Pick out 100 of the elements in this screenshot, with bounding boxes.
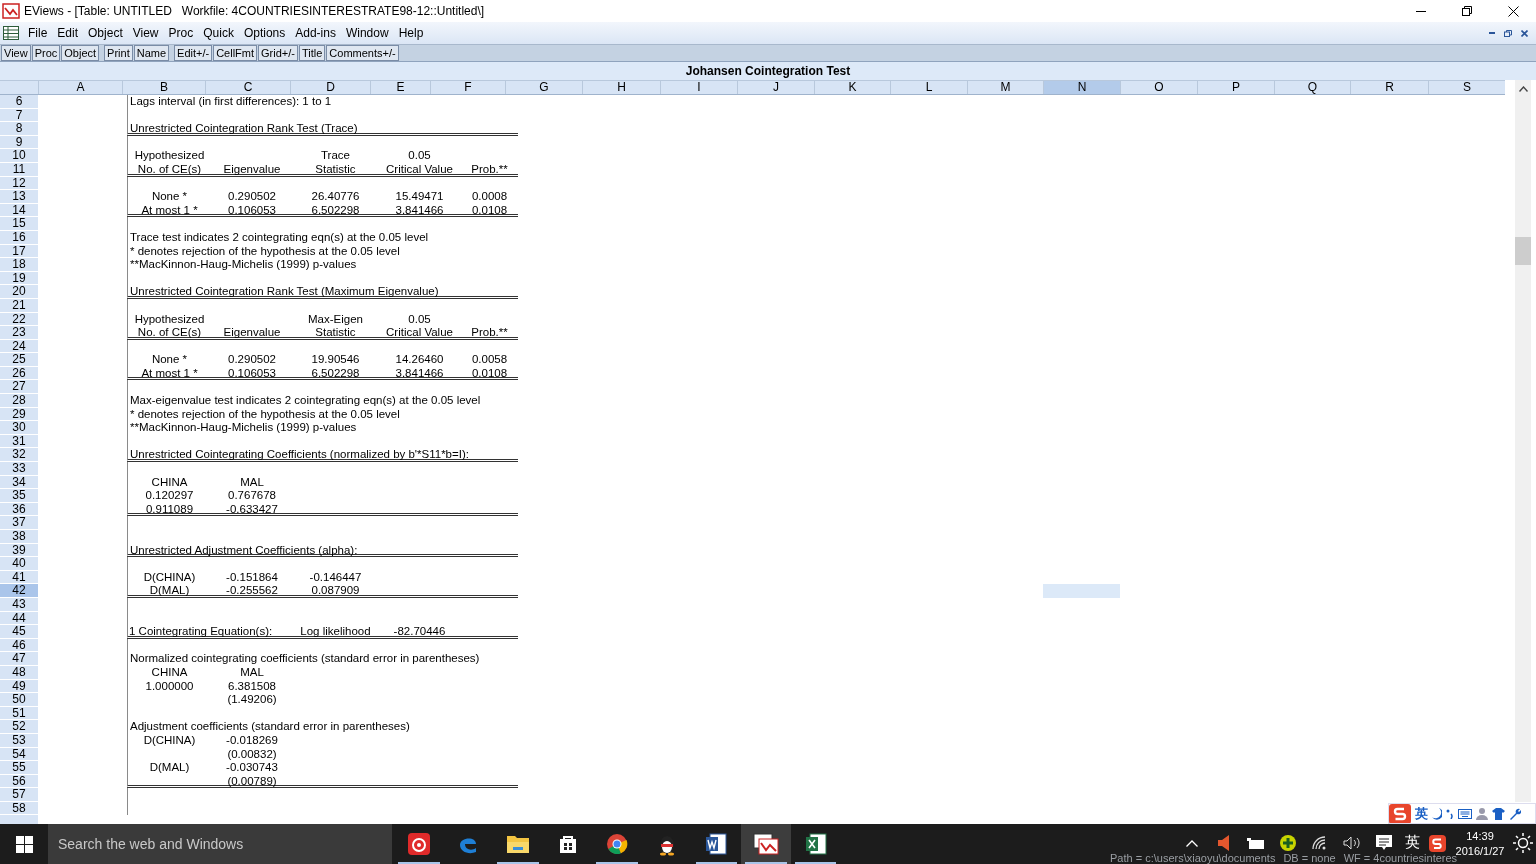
- person-icon: [1476, 807, 1488, 820]
- table-cell-text: Prob.**: [470, 326, 509, 339]
- row-number[interactable]: 18: [0, 258, 38, 272]
- column-header[interactable]: L: [891, 81, 968, 94]
- row-number[interactable]: 52: [0, 720, 38, 734]
- table-cell-text: Prob.**: [470, 162, 509, 175]
- close-icon: [1520, 29, 1528, 37]
- report-text: **MacKinnon-Haug-Michelis (1999) p-values: [129, 258, 358, 272]
- row-number[interactable]: 45: [0, 625, 38, 639]
- menu-item[interactable]: File: [23, 26, 53, 40]
- row-number[interactable]: 10: [0, 149, 38, 163]
- column-header[interactable]: A: [39, 81, 123, 94]
- s-logo-icon: [1428, 834, 1446, 852]
- column-header[interactable]: E: [371, 81, 431, 94]
- toolbar-button[interactable]: Object: [61, 45, 100, 61]
- table-cell-text: 0.911089: [144, 502, 195, 515]
- menu-item[interactable]: Proc: [163, 26, 199, 40]
- scrollbar-thumb[interactable]: [1515, 237, 1531, 265]
- row-number[interactable]: 20: [0, 285, 38, 299]
- row-number[interactable]: 27: [0, 380, 38, 395]
- table-cell-text: 0.767678: [227, 489, 277, 503]
- row-number[interactable]: 13: [0, 190, 38, 204]
- column-header[interactable]: J: [738, 81, 815, 94]
- status-text: DB = none: [1282, 852, 1337, 864]
- row-number[interactable]: 28: [0, 394, 38, 408]
- row-number[interactable]: 33: [0, 462, 38, 476]
- clock-time: 14:39: [1466, 829, 1494, 844]
- column-header[interactable]: D: [291, 81, 371, 94]
- toolbar-button[interactable]: Print: [104, 45, 133, 61]
- wifi-icon: [1312, 836, 1328, 850]
- volume-icon: [1343, 836, 1361, 850]
- row-number[interactable]: 25: [0, 353, 38, 367]
- row-number[interactable]: 47: [0, 652, 38, 666]
- toolbar-button[interactable]: Grid+/-: [258, 45, 298, 61]
- column-header[interactable]: Q: [1275, 81, 1351, 94]
- browser-icon: [606, 833, 629, 855]
- column-header[interactable]: C: [206, 81, 291, 94]
- toolbar-button[interactable]: Name: [133, 45, 170, 61]
- menu-item[interactable]: Object: [83, 26, 128, 40]
- table-cell-text: D(MAL): [148, 761, 191, 775]
- document-icon: [704, 832, 729, 856]
- table-cell-text: 0.106053: [227, 366, 277, 379]
- row-number[interactable]: 32: [0, 448, 38, 463]
- row-number[interactable]: 8: [0, 122, 38, 136]
- menu-item[interactable]: Add-ins: [290, 26, 341, 40]
- row-number[interactable]: 30: [0, 421, 38, 435]
- column-header[interactable]: R: [1351, 81, 1429, 94]
- menu-item[interactable]: Quick: [198, 26, 239, 40]
- column-header[interactable]: N: [1044, 81, 1121, 94]
- row-number[interactable]: 23: [0, 326, 38, 340]
- toolbar-button[interactable]: CellFmt: [213, 45, 258, 61]
- input-mode-button[interactable]: 英: [1415, 804, 1428, 823]
- menu-item[interactable]: Help: [393, 26, 429, 40]
- taskbar-app-button[interactable]: [741, 824, 791, 864]
- column-header[interactable]: F: [431, 81, 506, 94]
- menu-item[interactable]: View: [127, 26, 164, 40]
- toolbar-button[interactable]: View: [1, 45, 31, 61]
- column-header[interactable]: P: [1198, 81, 1275, 94]
- toolbar-button[interactable]: Comments+/-: [326, 45, 399, 61]
- row-number[interactable]: 15: [0, 217, 38, 231]
- windows-logo-icon: [15, 835, 33, 853]
- close-icon: [1507, 5, 1519, 17]
- menu-item[interactable]: Options: [238, 26, 291, 40]
- row-number[interactable]: 50: [0, 693, 38, 707]
- column-header[interactable]: H: [583, 81, 661, 94]
- row-number[interactable]: 6: [0, 95, 38, 109]
- row-number[interactable]: 55: [0, 761, 38, 775]
- notification-icon: [1376, 835, 1392, 851]
- selected-cell[interactable]: [1043, 584, 1120, 598]
- column-header[interactable]: B: [123, 81, 206, 94]
- table-cell-text: -0.018269: [225, 733, 279, 748]
- toolbar-button[interactable]: Edit+/-: [174, 45, 213, 61]
- row-number[interactable]: 37: [0, 516, 38, 530]
- report-text: Unrestricted Adjustment Coefficients (alpha):: [129, 543, 359, 556]
- table-cell-text: 0.0008: [470, 190, 509, 204]
- brightness-button[interactable]: [1510, 833, 1536, 853]
- menu-item[interactable]: Edit: [52, 26, 84, 40]
- report-text: Trace test indicates 2 cointegrating eqn(s) at the 0.05 level: [129, 230, 430, 245]
- table-cell-text: -0.030743: [225, 761, 279, 775]
- row-number[interactable]: 35: [0, 489, 38, 503]
- menu-item[interactable]: Window: [340, 26, 394, 40]
- chart-window-icon: [752, 833, 779, 855]
- input-mode-button[interactable]: 英: [1400, 833, 1424, 851]
- table-cell-text: 14.26460: [394, 353, 445, 367]
- scroll-up-button[interactable]: [1515, 80, 1531, 97]
- row-number[interactable]: 38: [0, 530, 38, 544]
- report-text: Max-eigenvalue test indicates 2 cointegrating eqn(s) at the 0.05 level: [129, 394, 482, 408]
- column-header[interactable]: I: [661, 81, 738, 94]
- column-header[interactable]: K: [815, 81, 891, 94]
- row-number[interactable]: 42: [0, 584, 38, 598]
- row-number[interactable]: 40: [0, 557, 38, 571]
- toolbar-button[interactable]: Proc: [31, 45, 61, 61]
- row-number[interactable]: 57: [0, 788, 38, 802]
- table-cell-text: 26.40776: [310, 190, 361, 204]
- search-field[interactable]: Search the web and Windows: [48, 824, 392, 864]
- toolbar-button[interactable]: Title: [299, 45, 326, 61]
- column-header[interactable]: O: [1121, 81, 1198, 94]
- column-header[interactable]: G: [506, 81, 583, 94]
- column-header[interactable]: S: [1429, 81, 1505, 94]
- table-cell-text: Eigenvalue: [222, 162, 282, 175]
